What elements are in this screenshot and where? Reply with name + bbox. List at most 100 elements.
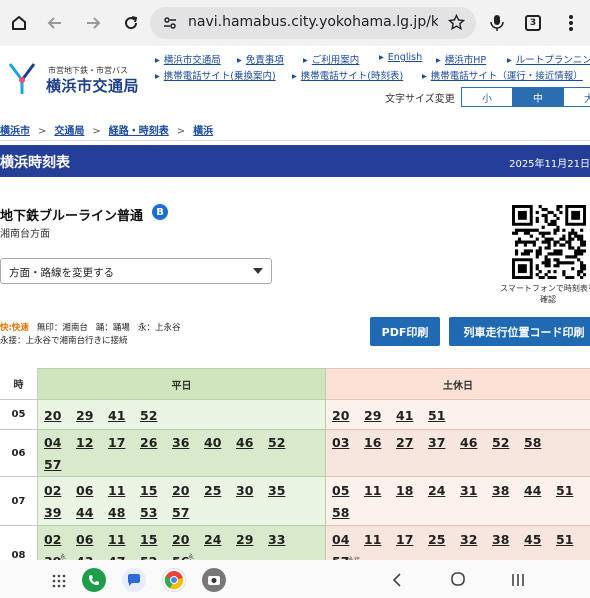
departure-minute[interactable]: 37 bbox=[428, 435, 445, 450]
departure-minute[interactable]: 06 bbox=[76, 532, 93, 547]
position-code-print-button[interactable]: 列車走行位置コード印刷 bbox=[449, 317, 590, 346]
link-guide[interactable]: ご利用案内 bbox=[303, 52, 360, 66]
departure-minute[interactable]: 52 bbox=[492, 435, 509, 450]
departure-minute[interactable]: 53 bbox=[140, 505, 157, 520]
departure-minute[interactable]: 33 bbox=[268, 532, 285, 547]
departure-minute[interactable]: 20 bbox=[172, 532, 189, 547]
link-route-planning[interactable]: ルートプランニン bbox=[507, 52, 590, 66]
departure-minute[interactable]: 58 bbox=[524, 435, 541, 450]
link-mobile-transfer[interactable]: 携帯電話サイト(乗換案内) bbox=[155, 68, 276, 82]
url-text[interactable]: navi.hamabus.city.yokohama.lg.jp/koutuu/… bbox=[188, 14, 438, 30]
link-mobile-operation[interactable]: 携帯電話サイト（運行・接近情報） bbox=[422, 68, 583, 82]
departure-minute[interactable]: 16 bbox=[364, 435, 381, 450]
yokohama-transport-logo-icon[interactable] bbox=[6, 60, 44, 96]
departure-minute[interactable]: 02 bbox=[44, 483, 61, 498]
link-disclaimer[interactable]: 免責事項 bbox=[237, 52, 284, 66]
departure-minute[interactable]: 52 bbox=[268, 435, 285, 450]
departure-minute[interactable]: 25 bbox=[428, 532, 445, 547]
departure-minute[interactable]: 29 bbox=[76, 408, 93, 423]
departure-minute[interactable]: 57 bbox=[44, 457, 61, 472]
departure-minute[interactable]: 18 bbox=[396, 483, 413, 498]
tab-switcher-button[interactable]: 3 bbox=[525, 15, 541, 31]
departure-minute[interactable]: 15 bbox=[140, 532, 157, 547]
home-icon[interactable] bbox=[4, 8, 34, 38]
departure-minute[interactable]: 04 bbox=[332, 532, 349, 547]
app-drawer-icon[interactable] bbox=[52, 573, 66, 592]
link-mobile-timetable[interactable]: 携帯電話サイト(時刻表) bbox=[292, 68, 403, 82]
departure-minute[interactable]: 51 bbox=[556, 483, 573, 498]
departure-minute[interactable]: 27 bbox=[396, 435, 413, 450]
departure-minute[interactable]: 06 bbox=[76, 483, 93, 498]
departure-minute[interactable]: 12 bbox=[76, 435, 93, 450]
departure-minute[interactable]: 15 bbox=[140, 483, 157, 498]
departure-minute[interactable]: 32 bbox=[460, 532, 477, 547]
departure-minute[interactable]: 35 bbox=[268, 483, 285, 498]
font-size-small-button[interactable]: 小 bbox=[461, 87, 513, 107]
departure-minute[interactable]: 20 bbox=[172, 483, 189, 498]
departure-minute[interactable]: 44 bbox=[524, 483, 541, 498]
departure-minute[interactable]: 29 bbox=[236, 532, 253, 547]
phone-app-icon[interactable] bbox=[82, 568, 106, 592]
messages-app-icon[interactable] bbox=[122, 568, 146, 592]
departure-minute[interactable]: 25 bbox=[204, 483, 221, 498]
reload-icon[interactable] bbox=[116, 8, 146, 38]
departure-minute[interactable]: 03 bbox=[332, 435, 349, 450]
departure-minute[interactable]: 04 bbox=[44, 435, 61, 450]
departure-minute[interactable]: 11 bbox=[108, 532, 125, 547]
departure-minute[interactable]: 30 bbox=[236, 483, 253, 498]
departure-minute[interactable]: 05 bbox=[332, 483, 349, 498]
departure-minute[interactable]: 41 bbox=[108, 408, 125, 423]
departure-minute[interactable]: 36 bbox=[172, 435, 189, 450]
departure-minute[interactable]: 51 bbox=[556, 532, 573, 547]
departure-minute[interactable]: 48 bbox=[108, 505, 125, 520]
font-size-medium-button[interactable]: 中 bbox=[512, 87, 564, 107]
logo-title[interactable]: 横浜市交通局 bbox=[46, 75, 139, 96]
site-settings-icon[interactable] bbox=[162, 15, 178, 35]
microphone-icon[interactable] bbox=[482, 8, 512, 38]
departure-minute[interactable]: 11 bbox=[108, 483, 125, 498]
departure-minute[interactable]: 40 bbox=[204, 435, 221, 450]
departure-minute[interactable]: 58 bbox=[332, 505, 349, 520]
departure-minute[interactable]: 02 bbox=[44, 532, 61, 547]
departure-minute[interactable]: 11 bbox=[364, 532, 381, 547]
departure-minute[interactable]: 38 bbox=[492, 532, 509, 547]
camera-app-icon[interactable] bbox=[202, 568, 226, 592]
departure-minute[interactable]: 11 bbox=[364, 483, 381, 498]
departure-minute[interactable]: 20 bbox=[332, 408, 349, 423]
breadcrumb-route-timetable[interactable]: 経路・時刻表 bbox=[109, 126, 169, 137]
departure-minute[interactable]: 52 bbox=[140, 408, 157, 423]
link-city-hp[interactable]: 横浜市HP bbox=[436, 52, 486, 66]
address-bar[interactable]: navi.hamabus.city.yokohama.lg.jp/koutuu/… bbox=[150, 7, 476, 39]
breadcrumb-yokohama-station[interactable]: 横浜 bbox=[193, 126, 213, 137]
departure-minute[interactable]: 51 bbox=[428, 408, 445, 423]
departure-minute[interactable]: 26 bbox=[140, 435, 157, 450]
departure-minute[interactable]: 17 bbox=[108, 435, 125, 450]
departure-minute[interactable]: 57 bbox=[172, 505, 189, 520]
link-english[interactable]: English bbox=[379, 52, 422, 63]
departure-minute[interactable]: 24 bbox=[204, 532, 221, 547]
breadcrumb-transport-bureau[interactable]: 交通局 bbox=[54, 126, 84, 137]
departure-minute[interactable]: 46 bbox=[460, 435, 477, 450]
departure-minute[interactable]: 17 bbox=[396, 532, 413, 547]
departure-minute[interactable]: 46 bbox=[236, 435, 253, 450]
nav-home-icon[interactable] bbox=[450, 571, 466, 591]
pdf-print-button[interactable]: PDF印刷 bbox=[370, 317, 440, 346]
forward-icon[interactable] bbox=[78, 8, 108, 38]
departure-minute[interactable]: 38 bbox=[492, 483, 509, 498]
departure-minute[interactable]: 45 bbox=[524, 532, 541, 547]
change-route-select[interactable]: 方面・路線を変更する bbox=[0, 258, 272, 284]
departure-minute[interactable]: 24 bbox=[428, 483, 445, 498]
departure-minute[interactable]: 20 bbox=[44, 408, 61, 423]
departure-minute[interactable]: 31 bbox=[460, 483, 477, 498]
back-icon[interactable] bbox=[40, 8, 70, 38]
departure-minute[interactable]: 39 bbox=[44, 505, 61, 520]
link-transport-bureau[interactable]: 横浜市交通局 bbox=[155, 52, 221, 66]
departure-minute[interactable]: 41 bbox=[396, 408, 413, 423]
more-menu-icon[interactable] bbox=[556, 8, 586, 38]
nav-back-icon[interactable] bbox=[392, 572, 402, 591]
nav-recents-icon[interactable] bbox=[511, 572, 525, 591]
departure-minute[interactable]: 44 bbox=[76, 505, 93, 520]
chrome-app-icon[interactable] bbox=[162, 568, 186, 592]
bookmark-star-icon[interactable] bbox=[447, 13, 466, 35]
breadcrumb-yokohama-city[interactable]: 横浜市 bbox=[0, 126, 30, 137]
